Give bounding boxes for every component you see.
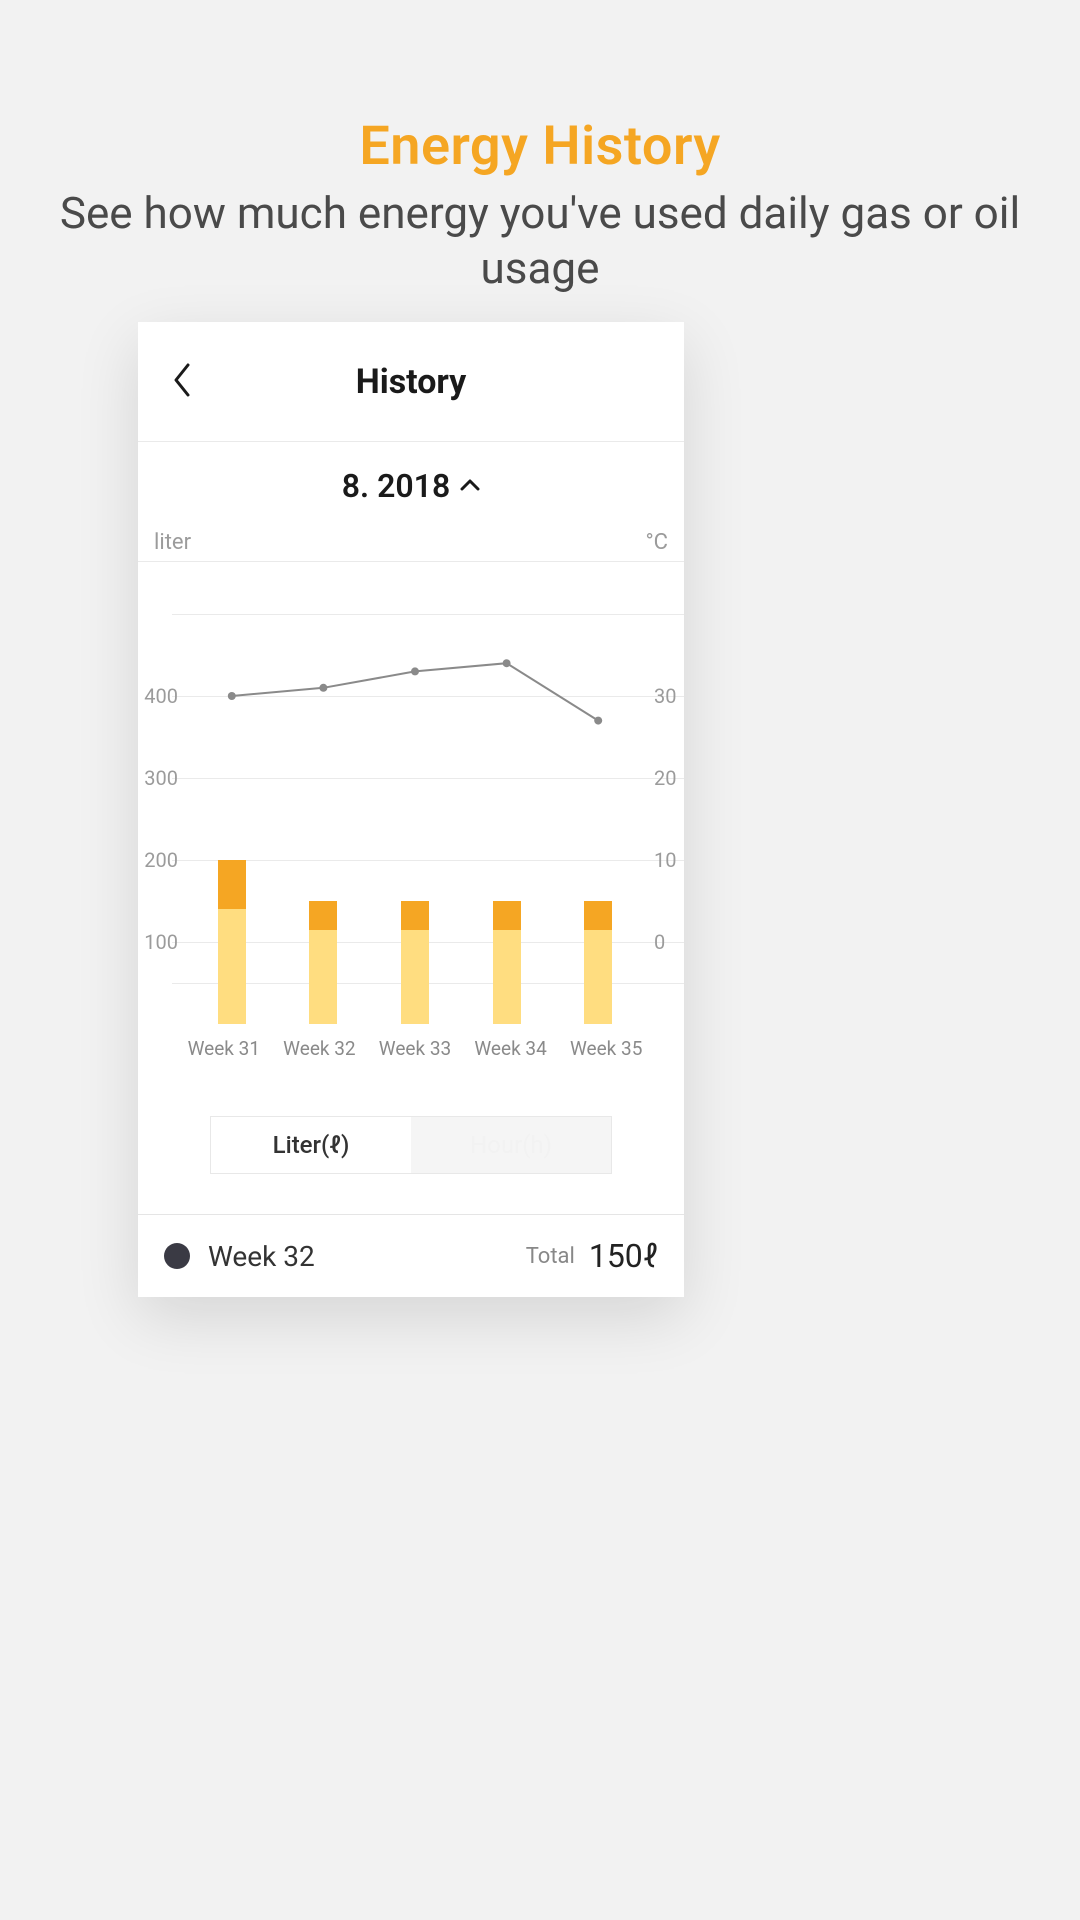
legend-dot [164, 1243, 190, 1269]
summary-sublabel: Total [526, 1244, 575, 1269]
x-tick-label: Week 33 [375, 1037, 455, 1060]
y-tick-right: 10 [654, 848, 684, 872]
chart-area: 400 300 200 100 30 20 10 0 Week 31Week 3… [138, 562, 684, 1060]
promo-title: Energy History [0, 115, 1080, 178]
left-axis-unit: liter [154, 530, 191, 555]
x-axis-labels: Week 31 Week 32 Week 33 Week 34 Week 35 [176, 1037, 654, 1060]
x-tick-label: Week 32 [279, 1037, 359, 1060]
temperature-line [186, 614, 644, 1024]
y-tick-left: 200 [142, 848, 178, 872]
y-tick-right: 30 [654, 684, 684, 708]
unit-toggle: Liter(ℓ) Hour(h) [210, 1116, 612, 1174]
page-title: History [356, 362, 467, 402]
summary-list: Week 32Total150ℓHeatingconsumed30ℓ [138, 1215, 684, 1297]
y-tick-right: 20 [654, 766, 684, 790]
chevron-up-icon [460, 477, 480, 496]
promo-header: Energy History See how much energy you'v… [0, 0, 1080, 296]
app-header: History [138, 322, 684, 442]
x-tick-label: Week 35 [566, 1037, 646, 1060]
axis-unit-labels: liter °C [138, 530, 684, 562]
x-tick-label: Week 34 [471, 1037, 551, 1060]
x-tick-label: Week 31 [184, 1037, 264, 1060]
date-label: 8. 2018 [342, 467, 450, 505]
summary-value: 150ℓ [589, 1237, 658, 1275]
unit-option-liter[interactable]: Liter(ℓ) [211, 1117, 411, 1173]
right-axis-unit: °C [645, 530, 668, 555]
y-tick-left: 100 [142, 930, 178, 954]
summary-row[interactable]: Week 32Total 150ℓ [138, 1215, 684, 1297]
back-button[interactable] [160, 360, 204, 404]
chevron-left-icon [172, 363, 192, 401]
y-tick-left: 300 [142, 766, 178, 790]
date-picker[interactable]: 8. 2018 [138, 442, 684, 530]
unit-option-hour[interactable]: Hour(h) [411, 1117, 611, 1173]
app-screen: History 8. 2018 liter °C 400 300 200 100… [138, 322, 684, 1297]
y-tick-right: 0 [654, 930, 684, 954]
y-tick-left: 400 [142, 684, 178, 708]
promo-subtitle: See how much energy you've used daily ga… [0, 186, 1080, 296]
summary-label: Week 32 [208, 1240, 526, 1273]
